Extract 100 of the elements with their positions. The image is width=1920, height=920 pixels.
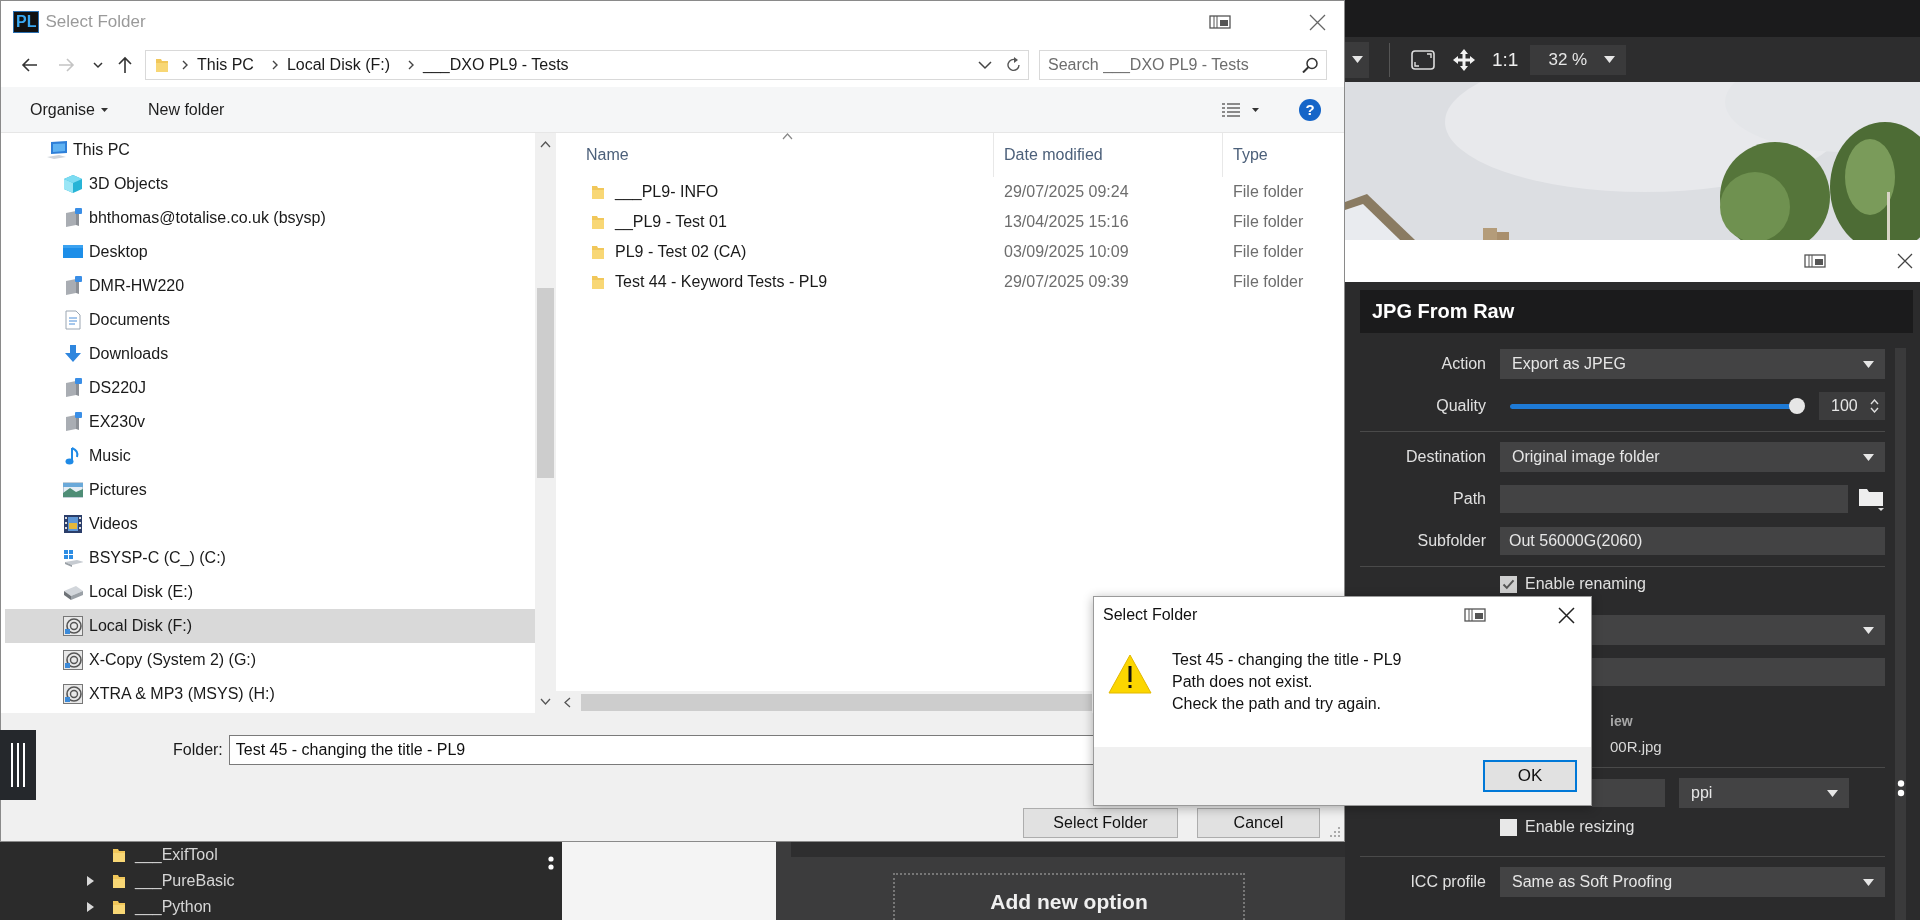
breadcrumb-item[interactable]: Local Disk (F:)	[286, 56, 391, 74]
folder-icon	[111, 872, 127, 890]
sidebar-item[interactable]: EX230v	[5, 405, 535, 439]
breadcrumb-item[interactable]: This PC	[197, 56, 254, 74]
chevron-icon[interactable]	[408, 60, 416, 70]
number-field[interactable]	[1592, 779, 1665, 807]
column-header[interactable]: Name	[556, 133, 994, 177]
message-text: Test 45 - changing the title - PL9	[1172, 650, 1402, 670]
sidebar-item[interactable]: Documents	[5, 303, 535, 337]
fit-to-screen-icon[interactable]	[1410, 48, 1436, 71]
ok-button[interactable]: OK	[1483, 760, 1577, 792]
add-option-button[interactable]: Add new option	[893, 872, 1245, 920]
search-icon[interactable]	[1302, 57, 1318, 73]
folder-icon[interactable]	[1858, 486, 1885, 512]
type-cell-text: File folder	[1232, 273, 1305, 291]
network-drive-icon	[63, 412, 83, 432]
sidebar-item[interactable]: Music	[5, 439, 535, 473]
file-name[interactable]: ___PL9- INFO	[615, 183, 719, 201]
date-cell-text: 13/04/2025 15:16	[1003, 213, 1130, 231]
zoom-dropdown[interactable]: 32 %	[1530, 44, 1627, 75]
back-arrow-icon[interactable]	[21, 57, 39, 73]
sidebar-item[interactable]: Local Disk (E:)	[5, 575, 535, 609]
sidebar-item[interactable]: BSYSP-C (C_) (C:)	[5, 541, 535, 575]
breadcrumb-item[interactable]: ___DXO PL9 - Tests	[423, 56, 569, 74]
caret-icon[interactable]	[978, 60, 992, 70]
dropdown[interactable]: Same as Soft Proofing	[1500, 867, 1885, 897]
up-arrow-icon[interactable]	[117, 56, 133, 74]
scrollbar[interactable]	[556, 691, 1092, 713]
dropdown[interactable]	[1345, 41, 1369, 78]
panel-handle[interactable]	[0, 730, 36, 800]
spinner-icon[interactable]	[1870, 399, 1879, 413]
download-icon	[63, 344, 83, 364]
help-button[interactable]: ?	[1299, 98, 1321, 121]
sidebar-item[interactable]: This PC	[5, 133, 535, 167]
scroll-left-icon[interactable]	[564, 696, 571, 708]
snap-icon[interactable]	[1209, 14, 1231, 30]
field-label: Quality	[1435, 397, 1486, 415]
menu-button[interactable]: Organise	[30, 100, 108, 119]
scrollbar[interactable]	[535, 133, 555, 713]
caret-icon	[1350, 55, 1364, 64]
scroll-down-icon[interactable]	[539, 698, 551, 705]
toolbar-button[interactable]: New folder	[147, 100, 225, 119]
slider[interactable]	[1510, 397, 1805, 415]
caret-icon[interactable]	[1252, 107, 1259, 112]
address-bar[interactable]: This PC Local Disk (F:) ___DXO PL9 - Tests	[145, 50, 1029, 80]
sidebar-item[interactable]: Desktop	[5, 235, 535, 269]
snap-icon[interactable]	[1804, 253, 1826, 269]
number-field[interactable]: 100	[1819, 392, 1885, 420]
sidebar-item[interactable]: DS220J	[5, 371, 535, 405]
text-field[interactable]	[1592, 658, 1885, 686]
close-icon[interactable]	[1896, 252, 1914, 270]
scrollbar[interactable]	[1895, 348, 1906, 920]
sidebar-item[interactable]: XTRA & MP3 (MSYS) (H:)	[5, 677, 535, 711]
snap-icon[interactable]	[1464, 607, 1486, 623]
column-header[interactable]: Type	[1223, 133, 1344, 177]
scroll-up-icon[interactable]	[539, 141, 551, 148]
cancel-button[interactable]: Cancel	[1197, 808, 1320, 838]
folder-icon	[111, 846, 127, 864]
folder-name-field[interactable]: Test 45 - changing the title - PL9	[228, 735, 1094, 765]
more-icon[interactable]	[1896, 780, 1905, 797]
date-cell-text: 29/07/2025 09:24	[1003, 183, 1130, 201]
network-drive-icon	[63, 208, 83, 228]
sidebar-item[interactable]: Downloads	[5, 337, 535, 371]
file-name[interactable]: PL9 - Test 02 (CA)	[615, 243, 747, 261]
dropdown[interactable]: ppi	[1679, 778, 1849, 808]
sidebar-item[interactable]: Pictures	[5, 473, 535, 507]
expand-arrow-icon[interactable]	[86, 901, 95, 913]
move-icon[interactable]	[1452, 47, 1476, 72]
chevron-icon[interactable]	[271, 60, 279, 70]
dropdown[interactable]: Original image folder	[1500, 442, 1885, 472]
view-list-icon[interactable]	[1222, 101, 1240, 118]
folder-label[interactable]: ___PureBasic	[135, 872, 235, 890]
folder-label[interactable]: ___Python	[135, 898, 212, 916]
resize-grip-icon[interactable]	[1330, 827, 1340, 837]
text-field[interactable]: Out 56000G(2060)	[1500, 527, 1885, 555]
chevron-icon[interactable]	[182, 60, 189, 70]
zoom-ratio-button[interactable]: 1:1	[1492, 48, 1519, 71]
expand-arrow-icon[interactable]	[86, 875, 95, 887]
close-icon[interactable]	[1558, 606, 1575, 624]
sidebar-item[interactable]: 3D Objects	[5, 167, 535, 201]
select-folder-button[interactable]: Select Folder	[1023, 808, 1178, 838]
search-field[interactable]: Search ___DXO PL9 - Tests	[1039, 50, 1327, 80]
dropdown[interactable]: Export as JPEG	[1500, 349, 1885, 379]
sidebar-item[interactable]: Videos	[5, 507, 535, 541]
folder-label[interactable]: ___ExifTool	[135, 846, 218, 864]
checkbox[interactable]	[1500, 818, 1517, 836]
sidebar-item[interactable]: Local Disk (F:)	[5, 609, 535, 643]
file-name[interactable]: Test 44 - Keyword Tests - PL9	[615, 273, 828, 291]
refresh-icon[interactable]	[1006, 57, 1022, 73]
sidebar-item[interactable]: X-Copy (System 2) (G:)	[5, 643, 535, 677]
sidebar-item[interactable]: bhthomas@totalise.co.uk (bsysp)	[5, 201, 535, 235]
path-field[interactable]	[1500, 485, 1848, 513]
caret-icon	[1862, 877, 1875, 887]
checkbox[interactable]	[1500, 575, 1517, 593]
field-label: Path	[1452, 490, 1486, 508]
column-header[interactable]: Date modified	[994, 133, 1223, 177]
sidebar-item[interactable]: DMR-HW220	[5, 269, 535, 303]
file-name[interactable]: __PL9 - Test 01	[615, 213, 727, 231]
caret-icon[interactable]	[93, 61, 103, 69]
more-icon[interactable]	[548, 856, 554, 870]
